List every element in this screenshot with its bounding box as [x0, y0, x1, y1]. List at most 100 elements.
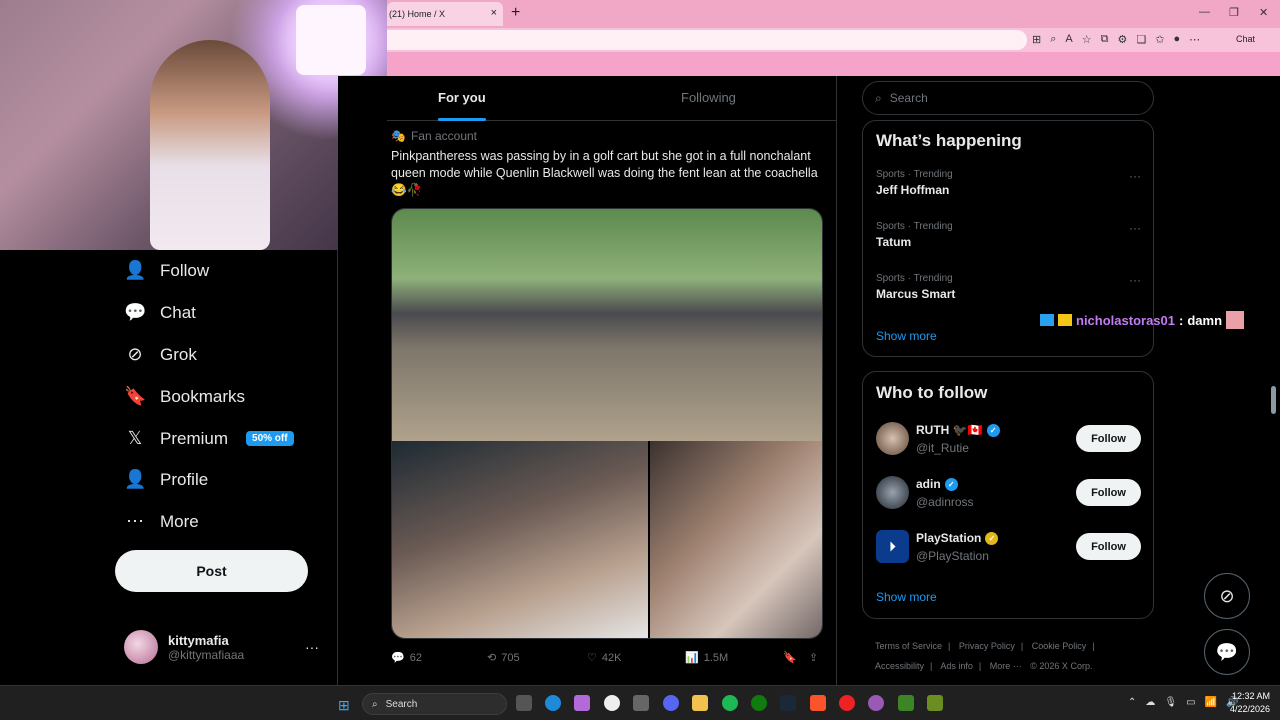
nav-item-grok[interactable]: ⊘ Grok — [124, 344, 197, 365]
verified-icon: ✓ — [986, 423, 1000, 437]
panel-title: Who to follow — [876, 383, 988, 402]
chevron-up-icon[interactable]: ⌃ — [1128, 697, 1136, 708]
views-button[interactable]: 📊 1.5M — [685, 651, 728, 665]
show-more-link[interactable]: Show more — [876, 590, 937, 604]
trend-more-icon[interactable]: ··· — [1129, 169, 1141, 183]
trend-item[interactable]: Sports · Trending Marcus Smart ··· — [876, 273, 1141, 301]
nav-item-chat[interactable]: 💬 Chat — [124, 302, 196, 323]
app-icon[interactable] — [868, 695, 884, 711]
trend-item[interactable]: Sports · Trending Jeff Hoffman ··· — [876, 169, 1141, 197]
repost-button[interactable]: ⟲ 705 — [487, 651, 520, 665]
share-button[interactable]: ⇪ — [809, 651, 818, 664]
account-more-icon[interactable]: ··· — [305, 639, 319, 655]
page-scrollbar[interactable] — [1268, 76, 1280, 685]
profile-browser-icon[interactable]: ● — [1173, 33, 1180, 46]
trend-more-icon[interactable]: ··· — [1129, 221, 1141, 235]
read-aloud-icon[interactable]: A — [1065, 33, 1072, 46]
avatar — [124, 630, 158, 664]
taskbar-clock[interactable]: 12:32 AM 4/22/2026 — [1228, 690, 1270, 716]
views-icon: 📊 — [685, 652, 699, 664]
reader-icon[interactable]: ⊞ — [1032, 33, 1041, 46]
address-bar[interactable] — [387, 30, 1027, 50]
taskbar-search[interactable]: ⌕ Search — [362, 693, 507, 715]
app-icon[interactable] — [604, 695, 620, 711]
follow-suggestion[interactable]: RUTH 🐦‍⬛🇨🇦 ✓ @it_Rutie Follow — [876, 422, 1141, 458]
media-image[interactable] — [392, 209, 822, 441]
browser-tab[interactable]: (21) Home / X × — [387, 2, 503, 26]
display-icon[interactable]: ▭ — [1186, 697, 1195, 708]
trend-item[interactable]: Sports · Trending Tatum ··· — [876, 221, 1141, 249]
cloud-icon[interactable]: ☁ — [1145, 697, 1155, 708]
bookmark-button[interactable]: 🔖 — [783, 651, 797, 664]
new-tab-button[interactable]: + — [511, 4, 520, 22]
nav-item-follow[interactable]: 👤 Follow — [124, 260, 209, 281]
search-input[interactable]: ⌕ Search — [862, 81, 1154, 115]
minimize-button[interactable]: — — [1199, 6, 1210, 18]
browser-pink-strip — [387, 52, 1280, 76]
trend-more-icon[interactable]: ··· — [1129, 273, 1141, 287]
follow-button[interactable]: Follow — [1076, 533, 1141, 560]
nav-item-more[interactable]: ⋯ More — [124, 511, 199, 532]
media-image[interactable] — [650, 441, 822, 638]
chat-fab-icon[interactable]: 💬 — [1204, 629, 1250, 675]
split-screen-icon[interactable]: ⧉ — [1101, 33, 1109, 46]
wifi-icon[interactable]: 📶 — [1205, 697, 1217, 708]
nav-label: Bookmarks — [160, 386, 246, 406]
mic-icon[interactable]: 🎙 — [1164, 697, 1177, 708]
follow-button[interactable]: Follow — [1076, 479, 1141, 506]
follow-icon: 👤 — [124, 260, 147, 280]
task-view-icon[interactable] — [516, 695, 532, 711]
media-image[interactable] — [392, 441, 648, 638]
extensions-icon[interactable]: ⚙ — [1117, 33, 1127, 46]
favorites-bar-icon[interactable]: ✩ — [1155, 33, 1164, 46]
account-switcher[interactable]: kittymafia @kittymafiaaa — [124, 630, 244, 664]
copilot-chat-button[interactable]: Chat — [1236, 34, 1255, 44]
grok-fab-icon[interactable]: ⊘ — [1204, 573, 1250, 619]
nav-label: Chat — [160, 302, 196, 322]
minecraft-icon[interactable] — [898, 695, 914, 711]
collections-icon[interactable]: ❏ — [1136, 33, 1146, 46]
verified-gold-icon: ✓ — [985, 531, 999, 545]
tab-for-you[interactable]: For you — [438, 90, 486, 105]
app-icon[interactable] — [839, 695, 855, 711]
streamer-image — [150, 40, 270, 250]
copilot-icon[interactable] — [574, 695, 590, 711]
follow-button[interactable]: Follow — [1076, 425, 1141, 452]
follow-suggestion[interactable]: adin ✓ @adinross Follow — [876, 476, 1141, 512]
show-more-link[interactable]: Show more — [876, 329, 937, 343]
account-name: kittymafia — [168, 632, 229, 648]
browser-tab-bar: (21) Home / X × + — ❐ ✕ — [387, 0, 1280, 28]
discord-icon[interactable] — [663, 695, 679, 711]
nav-item-profile[interactable]: 👤 Profile — [124, 469, 208, 490]
reply-icon: 💬 — [391, 652, 405, 664]
windows-start-icon[interactable]: ⊞ — [338, 697, 350, 714]
spotify-icon[interactable] — [722, 695, 738, 711]
windows-taskbar: ⊞ ⌕ Search ⌃ ☁ 🎙 ▭ 📶 🔊 12:32 AM 4/22/202… — [0, 685, 1280, 720]
tweet-media-grid[interactable] — [391, 208, 823, 639]
post-button[interactable]: Post — [115, 550, 308, 592]
zoom-icon[interactable]: ⌕ — [1050, 33, 1056, 46]
app-icon[interactable] — [633, 695, 649, 711]
like-button[interactable]: ♡ 42K — [587, 651, 621, 665]
edge-icon[interactable] — [545, 695, 561, 711]
close-window-button[interactable]: ✕ — [1259, 6, 1268, 19]
follow-suggestion[interactable]: ⏵ PlayStation ✓ @PlayStation Follow — [876, 530, 1141, 566]
nav-label: Grok — [160, 344, 197, 364]
nav-item-premium[interactable]: 𝕏 Premium 50% off — [124, 428, 294, 449]
nav-item-bookmarks[interactable]: 🔖 Bookmarks — [124, 386, 245, 407]
xbox-icon[interactable] — [751, 695, 767, 711]
tab-close-icon[interactable]: × — [491, 7, 497, 19]
steam-icon[interactable] — [780, 695, 796, 711]
favorite-icon[interactable]: ☆ — [1082, 33, 1092, 46]
scrollbar-thumb[interactable] — [1271, 386, 1276, 414]
app-icon[interactable] — [927, 695, 943, 711]
reply-button[interactable]: 💬 62 — [391, 651, 422, 665]
file-explorer-icon[interactable] — [692, 695, 708, 711]
active-tab-indicator — [438, 118, 486, 121]
account-handle: @kittymafiaaa — [168, 647, 245, 662]
maximize-button[interactable]: ❐ — [1229, 6, 1239, 19]
brave-icon[interactable] — [810, 695, 826, 711]
chat-icon: 💬 — [124, 302, 147, 322]
tab-following[interactable]: Following — [681, 90, 736, 105]
browser-menu-icon[interactable]: ⋯ — [1189, 33, 1200, 46]
